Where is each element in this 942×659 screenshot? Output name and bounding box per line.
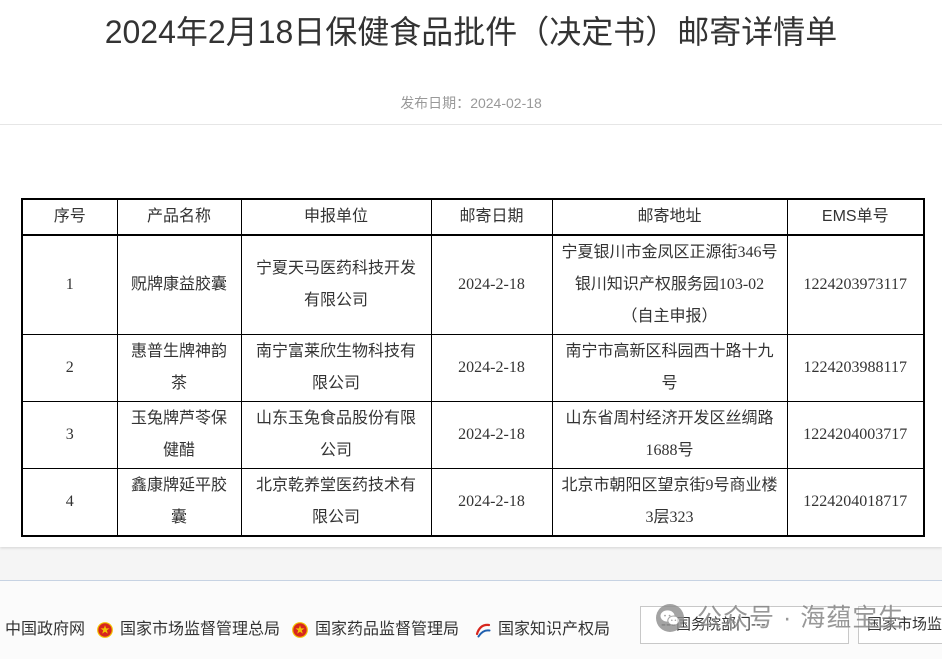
cnipa-logo-icon — [474, 621, 492, 639]
cell-applicant: 山东玉兔食品股份有限公司 — [240, 401, 432, 469]
cell-applicant: 南宁富莱欣生物科技有限公司 — [240, 334, 432, 402]
publish-date-value: 2024-02-18 — [470, 95, 542, 111]
footer-link-label: 国家市场监督管理总局 — [120, 621, 281, 638]
column-header-no: 序号 — [21, 198, 118, 236]
cell-ems: 1224203973117 — [786, 234, 925, 335]
page-title: 2024年2月18日保健食品批件（决定书）邮寄详情单 — [104, 14, 838, 50]
cell-mail-date: 2024-2-18 — [430, 468, 553, 537]
cell-address: 南宁市高新区科园西十路十九号 — [551, 334, 788, 402]
site-footer: 中国政府网 国家市场监督管理总局 国家药品监督管理局 国家知识产权局 ---国务… — [0, 580, 942, 659]
cell-applicant: 北京乾养堂医药技术有限公司 — [240, 468, 432, 537]
cell-product: 玉兔牌芦苓保健醋 — [116, 401, 242, 469]
publish-date-label: 发布日期： — [400, 95, 471, 111]
footer-link-label: 国家知识产权局 — [498, 621, 611, 638]
cell-no: 4 — [21, 468, 118, 537]
cell-mail-date: 2024-2-18 — [430, 234, 553, 335]
mailing-detail-table: 序号 产品名称 申报单位 邮寄日期 邮寄地址 EMS单号 1 贶牌康益胶囊 宁夏… — [21, 198, 925, 537]
footer-link-nmpa[interactable]: 国家药品监督管理局 — [292, 620, 459, 640]
cell-no: 2 — [21, 334, 118, 402]
cell-applicant: 宁夏天马医药科技开发有限公司 — [240, 234, 432, 335]
footer-link-label: 中国政府网 — [5, 621, 86, 638]
footer-link-label: 国家药品监督管理局 — [315, 621, 460, 638]
cell-product: 惠普生牌神韵茶 — [116, 334, 242, 402]
cell-no: 1 — [21, 234, 118, 335]
cell-product: 贶牌康益胶囊 — [116, 234, 242, 335]
column-header-ems: EMS单号 — [786, 198, 925, 236]
national-emblem-icon — [292, 621, 308, 639]
cell-address: 山东省周村经济开发区丝绸路1688号 — [551, 401, 788, 469]
column-header-address: 邮寄地址 — [551, 198, 788, 236]
title-divider — [0, 124, 942, 125]
table-header-row: 序号 产品名称 申报单位 邮寄日期 邮寄地址 EMS单号 — [21, 198, 925, 236]
cell-address: 宁夏银川市金凤区正源街346号银川知识产权服务园103-02（自主申报） — [551, 234, 788, 335]
table-row: 4 鑫康牌延平胶囊 北京乾养堂医药技术有限公司 2024-2-18 北京市朝阳区… — [21, 468, 925, 537]
table-row: 1 贶牌康益胶囊 宁夏天马医药科技开发有限公司 2024-2-18 宁夏银川市金… — [21, 234, 925, 335]
cell-ems: 1224204018717 — [786, 468, 925, 537]
state-council-departments-select[interactable]: ---国务院部门--- — [640, 606, 849, 644]
table-row: 2 惠普生牌神韵茶 南宁富莱欣生物科技有限公司 2024-2-18 南宁市高新区… — [21, 334, 925, 402]
cell-mail-date: 2024-2-18 — [430, 334, 553, 402]
cell-no: 3 — [21, 401, 118, 469]
cell-product: 鑫康牌延平胶囊 — [116, 468, 242, 537]
related-sites-select[interactable]: 国家市场监督 — [858, 606, 942, 644]
cell-ems: 1224203988117 — [786, 334, 925, 402]
national-emblem-icon — [97, 621, 113, 639]
table-row: 3 玉兔牌芦苓保健醋 山东玉兔食品股份有限公司 2024-2-18 山东省周村经… — [21, 401, 925, 469]
article-content: 2024年2月18日保健食品批件（决定书）邮寄详情单 发布日期：2024-02-… — [0, 0, 942, 547]
column-header-mail-date: 邮寄日期 — [430, 198, 553, 236]
footer-link-gov-cn[interactable]: 中国政府网 — [5, 620, 85, 640]
cell-address: 北京市朝阳区望京街9号商业楼3层323 — [551, 468, 788, 537]
footer-link-cnipa[interactable]: 国家知识产权局 — [474, 620, 610, 640]
column-header-product: 产品名称 — [116, 198, 242, 236]
column-header-applicant: 申报单位 — [240, 198, 432, 236]
cell-mail-date: 2024-2-18 — [430, 401, 553, 469]
cell-ems: 1224204003717 — [786, 401, 925, 469]
footer-link-samr[interactable]: 国家市场监督管理总局 — [97, 620, 280, 640]
publish-date: 发布日期：2024-02-18 — [0, 93, 942, 113]
